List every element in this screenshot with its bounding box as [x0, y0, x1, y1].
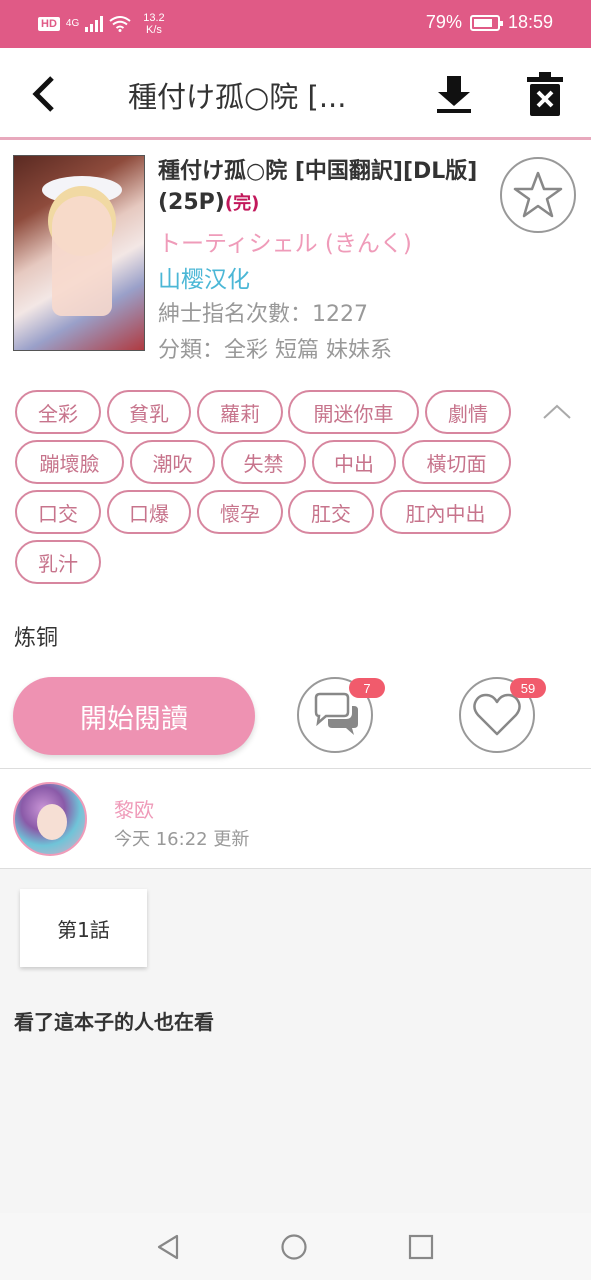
delete-icon [527, 72, 563, 116]
comment-count-badge: 7 [349, 678, 385, 698]
like-count-badge: 59 [510, 678, 546, 698]
uploader-name[interactable]: 炼铜 [14, 620, 58, 652]
tag[interactable]: 蘿莉 [197, 390, 283, 434]
tag[interactable]: 懷孕 [197, 490, 283, 534]
chevron-left-icon [32, 76, 54, 112]
complete-badge: (完) [224, 193, 260, 214]
book-cover-image[interactable] [13, 155, 145, 351]
tag[interactable]: 橫切面 [402, 440, 511, 484]
clock: 18:59 [507, 12, 553, 32]
battery-icon [469, 14, 503, 31]
tag[interactable]: 肛內中出 [380, 490, 511, 534]
status-right: 79% 18:59 [426, 12, 553, 33]
group-link[interactable]: 山樱汉化 [158, 260, 250, 294]
related-heading: 看了這本子的人也在看 [14, 1010, 214, 1034]
download-button[interactable] [434, 74, 474, 114]
nav-recent-icon[interactable] [407, 1233, 435, 1261]
tag[interactable]: 口爆 [107, 490, 191, 534]
page-title: 種付け孤○院 [... [128, 80, 347, 114]
tag[interactable]: 肛交 [288, 490, 374, 534]
tag[interactable]: 口交 [15, 490, 101, 534]
status-left: HD 4G 13.2 K/s [38, 12, 165, 36]
tag[interactable]: 開迷你車 [288, 390, 419, 434]
tag[interactable]: 貧乳 [107, 390, 191, 434]
book-title-text: 種付け孤○院 [中国翻訳][DL版](25P) [158, 159, 478, 215]
network-type: 4G [65, 18, 80, 29]
collapse-tags-button[interactable] [540, 396, 574, 426]
author-link[interactable]: トーティシェル (きんく) [158, 224, 412, 258]
speed-value: 13.2 [143, 12, 165, 24]
network-speed: 13.2 K/s [143, 12, 164, 36]
signal-icon [85, 16, 104, 32]
heart-icon [473, 693, 521, 736]
update-time: 今天 16:22 更新 [114, 829, 250, 850]
nav-home-icon[interactable] [280, 1233, 308, 1261]
nav-back-icon[interactable] [155, 1233, 183, 1261]
delete-button[interactable] [525, 72, 565, 116]
avatar[interactable] [13, 782, 87, 856]
tag[interactable]: 全彩 [15, 390, 101, 434]
tag[interactable]: 劇情 [425, 390, 511, 434]
book-title: 種付け孤○院 [中国翻訳][DL版](25P)(完) [158, 156, 488, 219]
comment-icon [314, 692, 358, 735]
tag[interactable]: 蹦壞臉 [15, 440, 124, 484]
tag[interactable]: 中出 [312, 440, 396, 484]
start-reading-button[interactable]: 開始閱讀 [13, 677, 255, 755]
star-icon [513, 171, 563, 218]
download-icon [437, 76, 471, 113]
system-nav-bar [0, 1213, 591, 1280]
hd-icon: HD [38, 17, 60, 31]
back-button[interactable] [26, 74, 66, 114]
user-name[interactable]: 黎欧 [114, 794, 154, 823]
tag[interactable]: 潮吹 [130, 440, 215, 484]
tag[interactable]: 失禁 [221, 440, 306, 484]
favorite-count: 紳士指名次數：1227 [158, 302, 368, 327]
divider [0, 768, 591, 769]
category-text: 分類：全彩 短篇 妹妹系 [158, 338, 392, 363]
speed-unit: K/s [145, 24, 162, 36]
tag[interactable]: 乳汁 [15, 540, 101, 584]
status-bar: HD 4G 13.2 K/s 79% 18:59 [0, 0, 591, 48]
wifi-icon [109, 16, 131, 32]
chevron-up-icon [543, 404, 571, 419]
favorite-button[interactable] [500, 157, 576, 233]
toolbar: 種付け孤○院 [... [0, 48, 591, 140]
chapter-button[interactable]: 第1話 [20, 889, 147, 967]
battery-percent: 79% [425, 12, 462, 32]
